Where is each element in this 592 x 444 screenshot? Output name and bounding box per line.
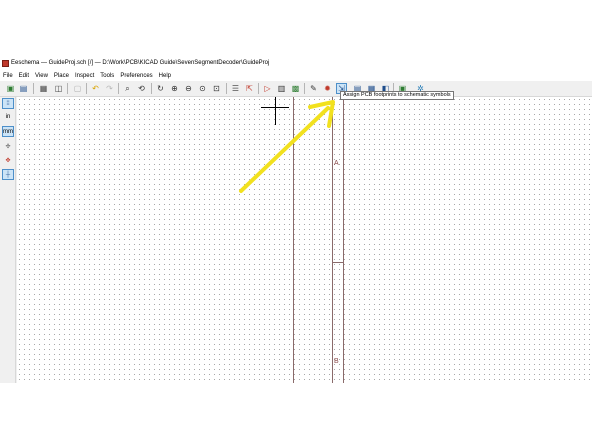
hierarchy-navigator-icon[interactable]: ☰ [230, 83, 241, 94]
eeschema-window: Eeschema — GuideProj.sch [/] — D:\Work\P… [0, 55, 592, 383]
zoom-selection-icon[interactable]: ⊡ [211, 83, 222, 94]
toolbar-separator [67, 83, 68, 94]
toolbar-separator [304, 83, 305, 94]
menu-file[interactable]: File [3, 73, 13, 79]
zoom-in-icon[interactable]: ⊕ [169, 83, 180, 94]
refresh-icon[interactable]: ↻ [155, 83, 166, 94]
menu-preferences[interactable]: Preferences [120, 73, 152, 79]
toolbar-separator [226, 83, 227, 94]
paste-icon[interactable]: ▢ [72, 83, 83, 94]
toolbar-separator [151, 83, 152, 94]
toolbar-separator [33, 83, 34, 94]
undo-icon[interactable]: ↶ [90, 83, 101, 94]
footprint-editor-icon[interactable]: ▩ [290, 83, 301, 94]
toolbar-separator [118, 83, 119, 94]
hidden-pins-icon[interactable]: ✥ [2, 155, 14, 166]
find-replace-icon[interactable]: ⟲ [136, 83, 147, 94]
sheet-row-label-b: B [334, 358, 339, 365]
sheet-border-outer [293, 97, 294, 383]
menu-view[interactable]: View [35, 73, 48, 79]
library-browser-icon[interactable]: ▥ [276, 83, 287, 94]
unit-mm-button[interactable]: mm [2, 126, 14, 137]
schematic-canvas[interactable]: A B [17, 97, 592, 383]
find-icon[interactable]: ⌕ [122, 83, 133, 94]
menu-inspect[interactable]: Inspect [75, 73, 94, 79]
unit-inch-button[interactable]: in [2, 111, 14, 122]
annotate-icon[interactable]: ✎ [308, 83, 319, 94]
menu-tools[interactable]: Tools [100, 73, 114, 79]
cursor-shape-icon[interactable]: ✢ [2, 141, 14, 152]
zoom-out-icon[interactable]: ⊖ [183, 83, 194, 94]
left-toolbar: ⁞⁞ in mm ✢ ✥ ┼ [0, 97, 16, 383]
erc-icon[interactable]: ✹ [322, 83, 333, 94]
menu-bar: File Edit View Place Inspect Tools Prefe… [0, 71, 592, 81]
sheet-border-inner [343, 97, 344, 383]
top-toolbar: ▣ ▤ ▦ ◫ ▢ ↶ ↷ ⌕ ⟲ ↻ ⊕ ⊖ ⊙ ⊡ ☰ ⇱ ▷ ▥ ▩ ✎ … [0, 81, 592, 97]
wire-orientation-icon[interactable]: ┼ [2, 169, 14, 180]
toolbar-separator [86, 83, 87, 94]
plot-icon[interactable]: ◫ [53, 83, 64, 94]
grid-toggle-icon[interactable]: ⁞⁞ [2, 98, 14, 109]
leave-sheet-icon[interactable]: ⇱ [244, 83, 255, 94]
sheet-row-divider [332, 262, 343, 263]
menu-help[interactable]: Help [159, 73, 171, 79]
window-title: Eeschema — GuideProj.sch [/] — D:\Work\P… [11, 60, 270, 66]
title-bar: Eeschema — GuideProj.sch [/] — D:\Work\P… [0, 55, 592, 71]
zoom-fit-icon[interactable]: ⊙ [197, 83, 208, 94]
page-settings-icon[interactable]: ▤ [18, 83, 29, 94]
print-icon[interactable]: ▦ [38, 83, 49, 94]
redo-icon[interactable]: ↷ [104, 83, 115, 94]
menu-edit[interactable]: Edit [19, 73, 29, 79]
save-icon[interactable]: ▣ [5, 83, 16, 94]
menu-place[interactable]: Place [54, 73, 69, 79]
library-editor-icon[interactable]: ▷ [262, 83, 273, 94]
toolbar-tooltip: Assign PCB footprints to schematic symbo… [340, 91, 454, 100]
eeschema-app-icon [2, 59, 9, 67]
toolbar-separator [258, 83, 259, 94]
crosshair-cursor-vertical [275, 97, 276, 125]
sheet-border-middle [332, 97, 333, 383]
sheet-row-label-a: A [334, 160, 339, 167]
